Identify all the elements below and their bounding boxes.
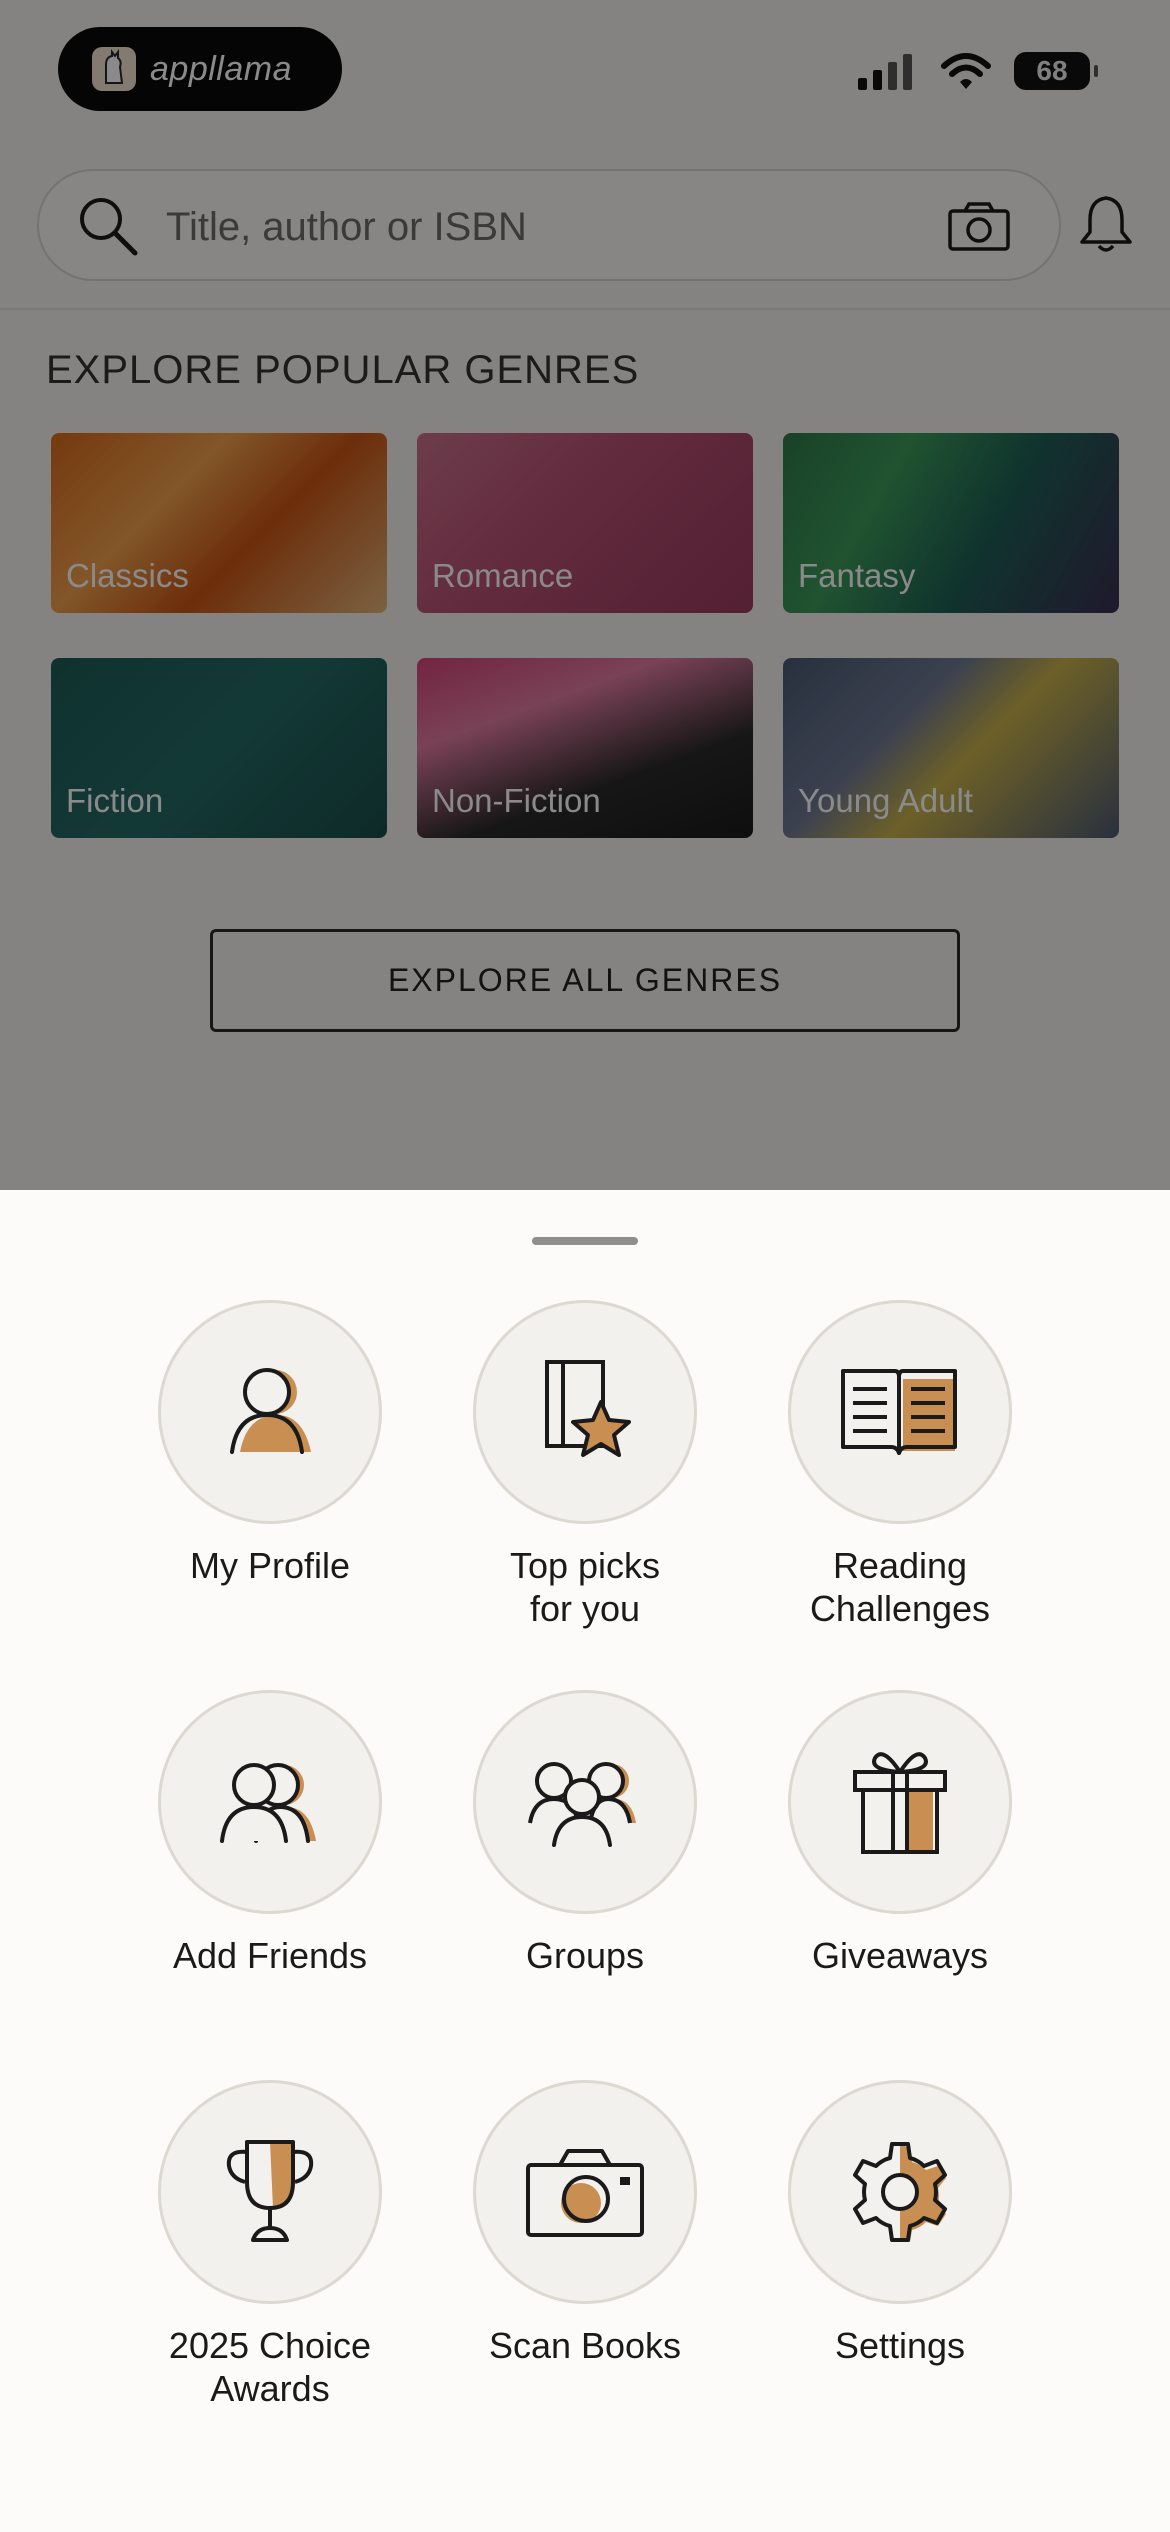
- groups-icon: [528, 1762, 636, 1847]
- menu-item-label: Top picks for you: [509, 1545, 661, 1629]
- menu-item-choice-awards[interactable]: 2025 Choice Awards: [110, 2080, 430, 2410]
- trophy-icon: [226, 2140, 314, 2242]
- menu-item-add-friends[interactable]: Add Friends: [110, 1690, 430, 1977]
- camera-icon: [526, 2149, 644, 2237]
- menu-item-giveaways[interactable]: Giveaways: [740, 1690, 1060, 1977]
- open-book-icon: [841, 1369, 957, 1455]
- icon-circle: [158, 1300, 382, 1524]
- menu-item-groups[interactable]: Groups: [425, 1690, 745, 1977]
- icon-circle: [788, 1690, 1012, 1914]
- menu-item-reading-challenges[interactable]: Reading Challenges: [740, 1300, 1060, 1630]
- icon-circle: [158, 1690, 382, 1914]
- gift-icon: [853, 1752, 947, 1854]
- icon-circle: [473, 1300, 697, 1524]
- dim-overlay[interactable]: [0, 0, 1170, 1190]
- icon-circle: [473, 2080, 697, 2304]
- add-friends-icon: [220, 1763, 316, 1843]
- icon-circle: [473, 1690, 697, 1914]
- profile-icon: [230, 1368, 311, 1454]
- sheet-grabber[interactable]: [532, 1237, 638, 1245]
- menu-item-label: Add Friends: [172, 1935, 368, 1976]
- menu-item-label: Giveaways: [811, 1935, 989, 1976]
- menu-item-label: Reading Challenges: [809, 1545, 991, 1629]
- menu-item-settings[interactable]: Settings: [740, 2080, 1060, 2367]
- menu-item-label: Settings: [834, 2325, 966, 2366]
- menu-item-my-profile[interactable]: My Profile: [110, 1300, 430, 1587]
- menu-item-label: My Profile: [189, 1545, 351, 1586]
- icon-circle: [788, 2080, 1012, 2304]
- menu-item-label: Scan Books: [488, 2325, 682, 2366]
- menu-item-label: Groups: [525, 1935, 645, 1976]
- menu-item-scan-books[interactable]: Scan Books: [425, 2080, 745, 2367]
- menu-item-label: 2025 Choice Awards: [168, 2325, 372, 2409]
- book-star-icon: [545, 1360, 631, 1457]
- menu-item-top-picks[interactable]: Top picks for you: [425, 1300, 745, 1630]
- icon-circle: [788, 1300, 1012, 1524]
- icon-circle: [158, 2080, 382, 2304]
- gear-icon: [853, 2142, 947, 2242]
